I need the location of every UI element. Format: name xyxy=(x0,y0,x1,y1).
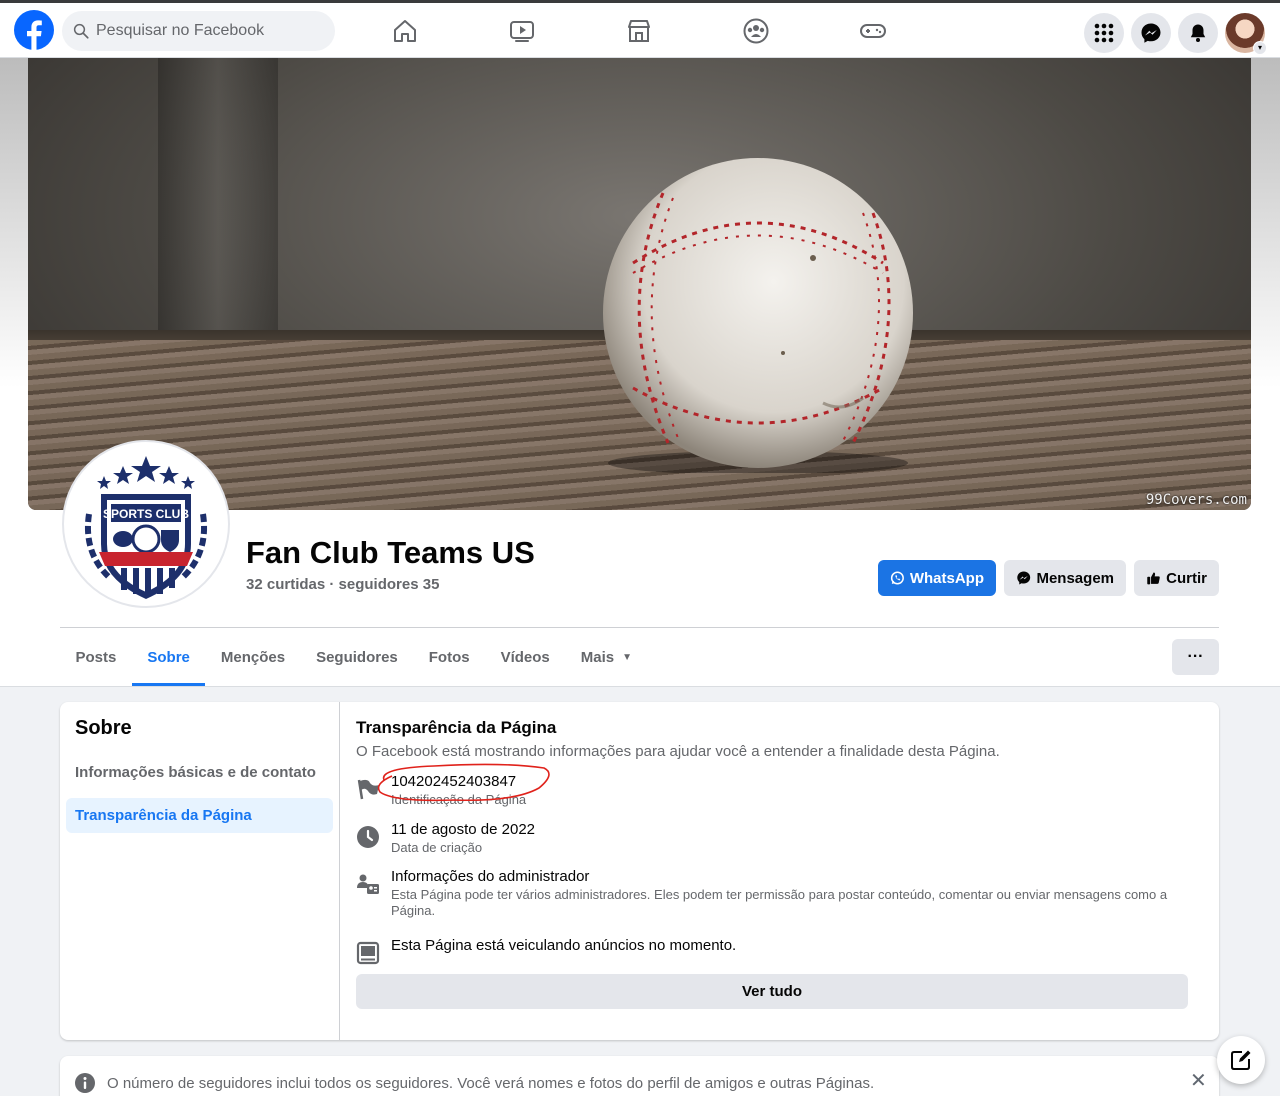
page-id-label: Identificação da Página xyxy=(391,792,527,807)
thumbs-up-icon xyxy=(1147,572,1160,585)
ads-status-text: Esta Página está veiculando anúncios no … xyxy=(391,937,737,954)
more-options-button[interactable]: ··· xyxy=(1172,639,1219,675)
about-title: Sobre xyxy=(75,717,132,739)
see-all-button[interactable]: Ver tudo xyxy=(356,974,1188,1009)
facebook-logo-icon[interactable] xyxy=(14,10,54,50)
whatsapp-button[interactable]: WhatsApp xyxy=(878,560,996,596)
tab-label: Menções xyxy=(220,649,286,666)
tab-about[interactable]: Sobre xyxy=(131,629,206,686)
top-navigation-bar: ▾ xyxy=(0,0,1280,58)
header-divider xyxy=(60,627,1219,628)
whatsapp-label: WhatsApp xyxy=(909,569,984,587)
logo-text: SPORTS CLUB xyxy=(103,507,189,521)
info-icon xyxy=(75,1073,95,1093)
tab-label: Vídeos xyxy=(500,649,550,666)
notifications-icon[interactable] xyxy=(1178,13,1218,53)
page-id-value: 104202452403847 xyxy=(391,773,517,790)
tab-photos[interactable]: Fotos xyxy=(413,629,485,686)
page-profile-picture[interactable]: SPORTS CLUB xyxy=(62,440,230,608)
tab-label: Mais xyxy=(580,649,615,666)
about-card: Sobre Informações básicas e de contato T… xyxy=(60,702,1219,1040)
notice-text: O número de seguidores inclui todos os s… xyxy=(107,1075,875,1092)
search-bar[interactable] xyxy=(62,11,335,51)
tab-label: Sobre xyxy=(147,649,190,666)
groups-icon[interactable] xyxy=(741,16,771,46)
sidebar-item-contact-info[interactable]: Informações básicas e de contato xyxy=(66,755,333,790)
marketplace-icon[interactable] xyxy=(624,16,654,46)
gaming-icon[interactable] xyxy=(858,16,888,46)
followers-notice: O número de seguidores inclui todos os s… xyxy=(60,1056,1219,1096)
cover-pillar xyxy=(158,58,278,348)
about-sidebar: Sobre Informações básicas e de contato T… xyxy=(60,702,340,1040)
menu-grid-icon[interactable] xyxy=(1084,13,1124,53)
compose-icon xyxy=(1231,1050,1251,1070)
sports-club-logo: SPORTS CLUB xyxy=(85,456,207,599)
tab-followers[interactable]: Seguidores xyxy=(301,629,414,686)
page-tabs: Posts Sobre Menções Seguidores Fotos Víd… xyxy=(60,629,648,686)
tab-more[interactable]: Mais ▼ xyxy=(565,629,647,686)
message-label: Mensagem xyxy=(1036,569,1114,587)
caret-down-icon: ▼ xyxy=(622,652,633,663)
admin-icon xyxy=(357,874,379,894)
message-button[interactable]: Mensagem xyxy=(1004,560,1126,596)
messenger-icon xyxy=(1017,571,1031,585)
tab-label: Fotos xyxy=(428,649,470,666)
messenger-icon[interactable] xyxy=(1131,13,1171,53)
ads-icon xyxy=(356,941,380,965)
admin-info-title: Informações do administrador xyxy=(391,868,590,885)
watch-icon[interactable] xyxy=(507,16,537,46)
like-label: Curtir xyxy=(1166,569,1207,587)
baseball-image xyxy=(603,158,913,473)
chevron-down-icon: ▾ xyxy=(1253,41,1267,55)
tab-mentions[interactable]: Menções xyxy=(205,629,300,686)
user-avatar[interactable]: ▾ xyxy=(1225,13,1267,55)
tab-videos[interactable]: Vídeos xyxy=(485,629,565,686)
whatsapp-icon xyxy=(890,571,904,585)
admin-info-description: Esta Página pode ter vários administrado… xyxy=(391,887,1168,918)
flag-icon xyxy=(357,779,379,800)
section-subtitle: O Facebook está mostrando informações pa… xyxy=(356,743,1000,760)
cover-watermark: 99Covers.com xyxy=(1145,492,1247,508)
home-icon[interactable] xyxy=(390,16,420,46)
tab-label: Seguidores xyxy=(316,649,398,666)
creation-date-value: 11 de agosto de 2022 xyxy=(391,821,536,838)
close-icon[interactable]: ✕ xyxy=(1190,1068,1207,1093)
creation-date-label: Data de criação xyxy=(391,840,483,855)
page-name: Fan Club Teams US xyxy=(246,535,535,570)
tab-label: Posts xyxy=(75,649,117,666)
like-button[interactable]: Curtir xyxy=(1134,560,1219,596)
tab-posts[interactable]: Posts xyxy=(60,629,132,686)
page-stats[interactable]: 32 curtidas · seguidores 35 xyxy=(246,576,439,593)
clock-icon xyxy=(357,826,379,848)
sidebar-item-page-transparency[interactable]: Transparência da Página xyxy=(66,798,333,833)
section-title: Transparência da Página xyxy=(356,718,557,737)
compose-message-button[interactable] xyxy=(1217,1036,1265,1084)
search-input[interactable] xyxy=(96,22,316,40)
search-icon xyxy=(73,23,89,39)
cover-photo[interactable]: 99Covers.com xyxy=(28,58,1251,510)
